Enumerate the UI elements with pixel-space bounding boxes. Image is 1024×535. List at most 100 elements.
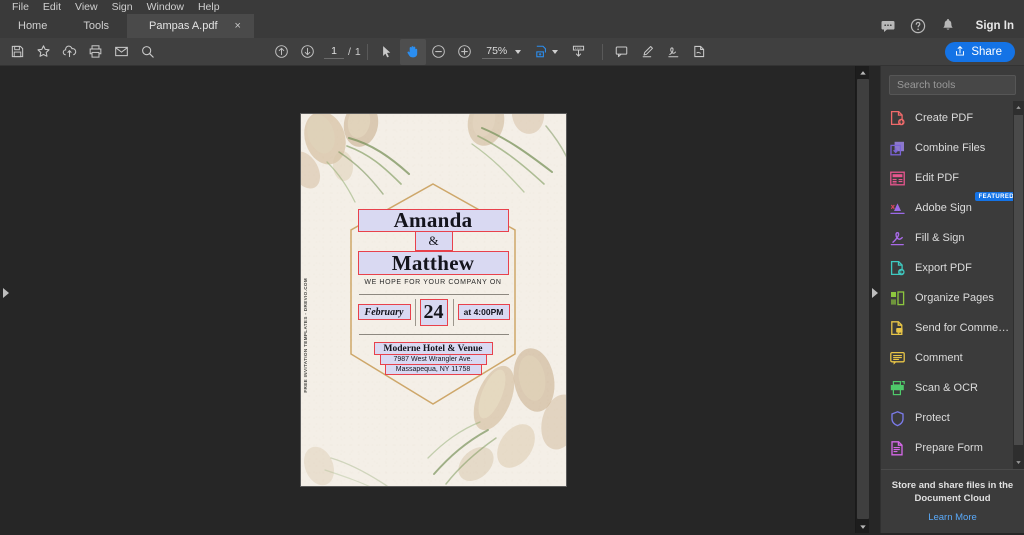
tool-item-create-pdf[interactable]: Create PDF <box>881 103 1024 133</box>
arrow-up-circle-icon[interactable] <box>268 39 294 65</box>
featured-badge: FEATURED <box>974 192 1018 201</box>
workspace: FREE INVITATION TEMPLATES - DREVIO.COM A… <box>0 66 1024 533</box>
zoom-in-icon[interactable] <box>452 39 478 65</box>
tools-scrollbar-thumb[interactable] <box>1014 115 1023 445</box>
stamp-icon[interactable] <box>687 39 713 65</box>
tools-scroll-down-icon[interactable] <box>1013 456 1024 469</box>
tool-item-fill-sign[interactable]: Fill & Sign <box>881 223 1024 253</box>
fit-page-chevron-icon[interactable] <box>551 49 558 54</box>
page-separator: / <box>348 45 351 58</box>
field-day[interactable]: 24 <box>419 299 448 326</box>
menu-item-help[interactable]: Help <box>191 0 227 14</box>
close-icon[interactable]: × <box>232 20 244 33</box>
organize-pages-icon <box>889 290 906 307</box>
create-pdf-icon <box>889 110 906 127</box>
save-icon[interactable] <box>4 39 30 65</box>
tool-item-export-pdf[interactable]: Export PDF <box>881 253 1024 283</box>
tab-strip: Home Tools Pampas A.pdf × Sign In <box>0 14 1024 38</box>
tool-item-adobe-sign[interactable]: Adobe Sign FEATURED <box>881 192 1024 223</box>
tool-item-edit-pdf[interactable]: Edit PDF <box>881 163 1024 193</box>
tool-item-comment[interactable]: Comment <box>881 343 1024 373</box>
menu-item-file[interactable]: File <box>5 0 36 14</box>
tools-panel-scrollbar[interactable] <box>1013 101 1024 469</box>
comment-tool-icon <box>889 350 906 367</box>
tool-item-send-for-comments[interactable]: Send for Comme… <box>881 313 1024 343</box>
share-button[interactable]: Share <box>945 42 1015 62</box>
tools-pane-toggle[interactable] <box>869 66 880 533</box>
tool-item-organize-pages[interactable]: Organize Pages <box>881 283 1024 313</box>
zoom-out-icon[interactable] <box>426 39 452 65</box>
pdf-page[interactable]: FREE INVITATION TEMPLATES - DREVIO.COM A… <box>300 114 566 486</box>
tools-scroll-up-icon[interactable] <box>1013 101 1024 114</box>
fill-sign-icon <box>889 230 906 247</box>
hand-icon[interactable] <box>399 38 426 65</box>
expand-nav-pane-icon[interactable] <box>3 288 9 298</box>
field-name2[interactable]: Matthew <box>357 251 509 275</box>
menu-item-window[interactable]: Window <box>140 0 191 14</box>
scan-ocr-icon <box>889 380 906 397</box>
protect-icon <box>889 410 906 427</box>
field-ampersand[interactable]: & <box>414 231 453 251</box>
scroll-down-icon[interactable] <box>856 520 870 533</box>
highlight-icon[interactable] <box>635 39 661 65</box>
print-icon[interactable] <box>82 39 108 65</box>
document-tab[interactable]: Pampas A.pdf × <box>127 14 254 38</box>
email-icon[interactable] <box>108 39 134 65</box>
date-divider-left <box>414 299 416 326</box>
search-icon[interactable] <box>134 39 160 65</box>
tool-label: Comment <box>915 352 963 364</box>
tool-item-combine-files[interactable]: Combine Files <box>881 133 1024 163</box>
divider-top <box>358 294 509 295</box>
comment-icon[interactable] <box>609 39 635 65</box>
toolbar-file-group <box>4 39 160 65</box>
template-watermark: FREE INVITATION TEMPLATES - DREVIO.COM <box>302 278 308 393</box>
menu-item-sign[interactable]: Sign <box>105 0 140 14</box>
field-month[interactable]: February <box>357 304 411 320</box>
page-number-input[interactable]: 1 <box>324 44 344 59</box>
chevron-down-icon[interactable] <box>514 49 521 54</box>
field-address-line2[interactable]: Massapequa, NY 11758 <box>384 364 482 375</box>
tool-item-protect[interactable]: Protect <box>881 403 1024 433</box>
date-divider-right <box>452 299 454 326</box>
field-time[interactable]: at 4:00PM <box>457 304 510 320</box>
menu-item-edit[interactable]: Edit <box>36 0 68 14</box>
comment-icon[interactable] <box>880 18 896 34</box>
document-canvas[interactable]: FREE INVITATION TEMPLATES - DREVIO.COM A… <box>11 66 855 533</box>
sign-in-button[interactable]: Sign In <box>970 20 1014 32</box>
share-icon <box>954 45 966 60</box>
learn-more-link[interactable]: Learn More <box>928 512 977 523</box>
prepare-form-icon <box>889 440 906 457</box>
tool-label: Edit PDF <box>915 172 960 184</box>
tab-home[interactable]: Home <box>0 14 66 38</box>
search-tools-placeholder: Search tools <box>897 79 956 91</box>
page-total: 1 <box>354 45 361 58</box>
search-tools-input[interactable]: Search tools <box>889 75 1016 95</box>
tool-label: Organize Pages <box>915 292 994 304</box>
toolbar-page-group: 1 / 1 <box>268 39 361 65</box>
scrollbar-thumb[interactable] <box>857 79 869 519</box>
zoom-level-value[interactable]: 75% <box>481 44 512 59</box>
menu-item-view[interactable]: View <box>68 0 105 14</box>
scroll-up-icon[interactable] <box>856 66 870 79</box>
tool-label: Export PDF <box>915 262 972 274</box>
star-icon[interactable] <box>30 39 56 65</box>
document-vertical-scrollbar[interactable] <box>855 66 869 533</box>
zoom-level-control[interactable]: 75% <box>481 44 521 59</box>
invite-static-line: WE HOPE FOR YOUR COMPANY ON <box>364 279 502 286</box>
combine-files-icon <box>889 140 906 157</box>
tools-list-fade <box>881 455 1013 469</box>
navigation-pane-collapsed[interactable] <box>0 66 11 533</box>
help-icon[interactable] <box>910 18 926 34</box>
sign-icon[interactable] <box>661 39 687 65</box>
tab-tools[interactable]: Tools <box>65 14 128 38</box>
cursor-icon[interactable] <box>374 39 400 65</box>
promo-line-2: Document Cloud <box>914 493 991 504</box>
arrow-down-circle-icon[interactable] <box>294 39 320 65</box>
field-name1[interactable]: Amanda <box>357 209 509 232</box>
tool-label: Scan & OCR <box>915 382 978 394</box>
bell-icon[interactable] <box>940 18 956 34</box>
scroll-mode-icon[interactable] <box>566 39 592 65</box>
tool-item-scan-ocr[interactable]: Scan & OCR <box>881 373 1024 403</box>
cloud-upload-icon[interactable] <box>56 39 82 65</box>
collapse-tools-pane-icon[interactable] <box>872 288 878 298</box>
